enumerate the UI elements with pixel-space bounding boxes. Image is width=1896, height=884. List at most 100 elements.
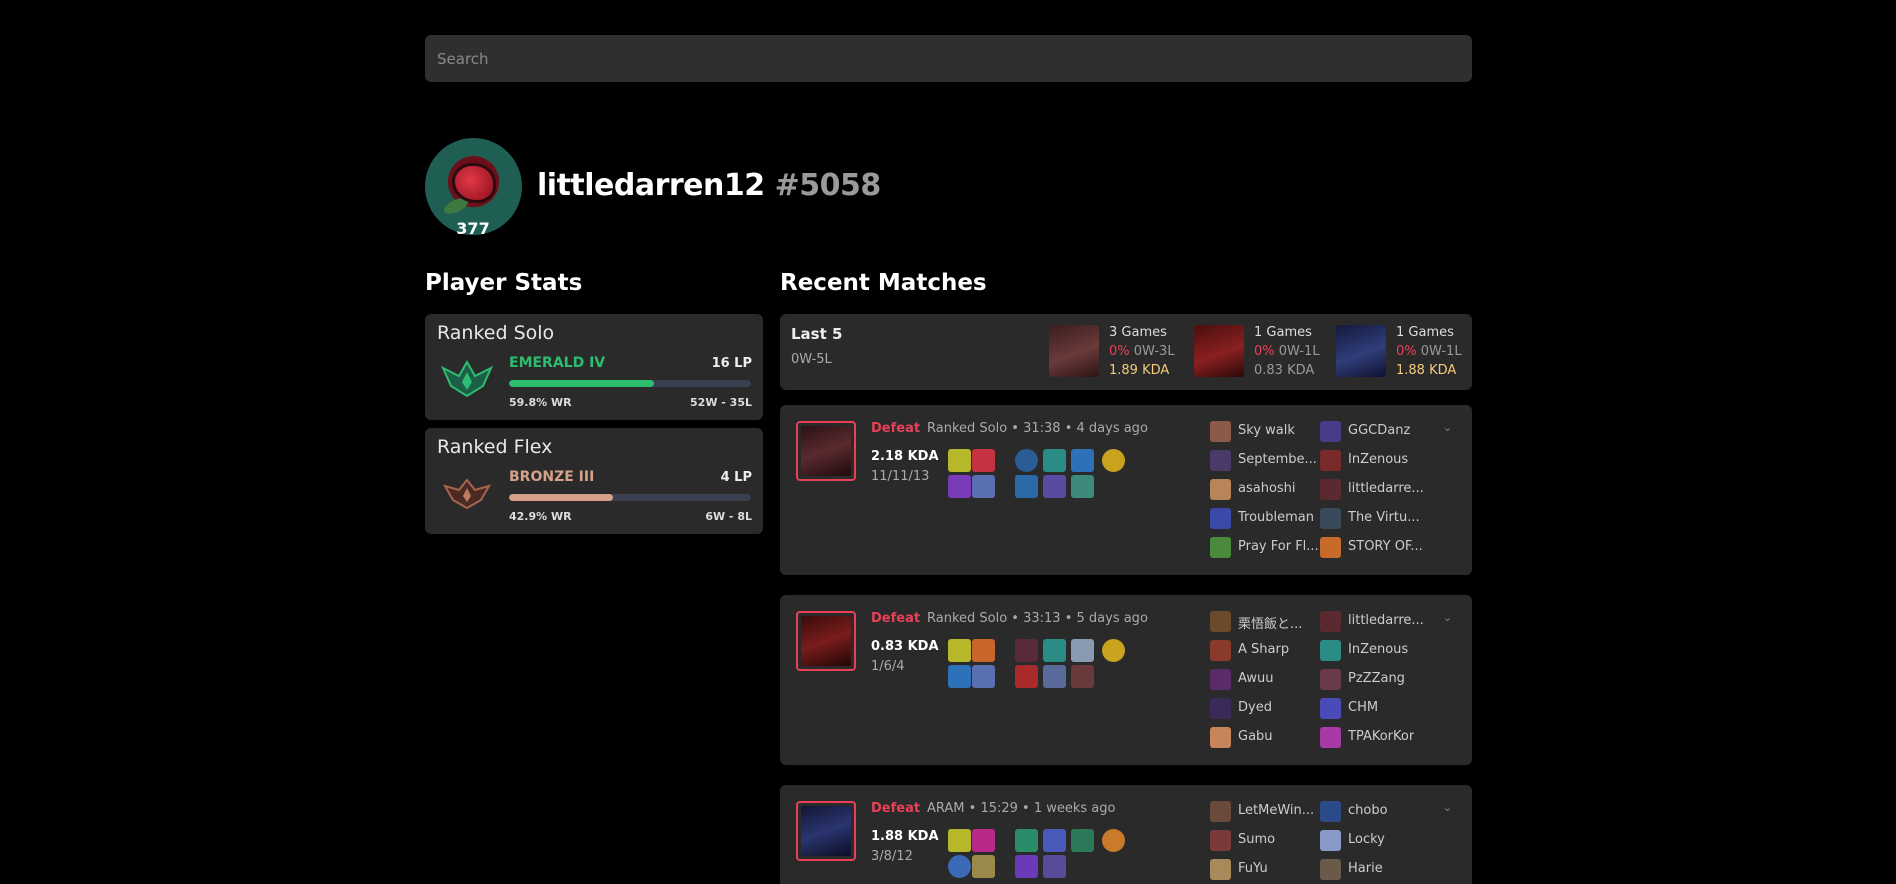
champion-icon [1320, 801, 1341, 822]
ranked-flex-progress [509, 494, 751, 501]
last5-champion-kda: 1.88 KDA [1396, 363, 1457, 378]
last5-title: Last 5 [791, 325, 843, 343]
last5-champion-winpct: 0% [1396, 344, 1417, 359]
ranked-flex-lp: 4 LP [720, 470, 752, 485]
chevron-down-icon[interactable]: ⌄ [1443, 421, 1452, 434]
player-name[interactable]: littledarre... [1348, 613, 1424, 628]
champion-icon [1320, 640, 1341, 661]
chevron-down-icon[interactable]: ⌄ [1443, 801, 1452, 814]
champion-icon [1320, 698, 1341, 719]
last5-champion-winpct: 0% [1254, 344, 1275, 359]
ranked-solo-record: 52W - 35L [690, 396, 752, 409]
champion-icon [1320, 859, 1341, 880]
last5-champion-wl: 0W-1L [1420, 344, 1462, 359]
bronze-emblem-icon [442, 478, 492, 510]
champion-icon [1210, 450, 1231, 471]
player-name[interactable]: A Sharp [1238, 642, 1289, 657]
ranked-flex-title: Ranked Flex [437, 436, 553, 458]
player-name[interactable]: TPAKorKor [1348, 729, 1414, 744]
player-name[interactable]: PzZZang [1348, 671, 1405, 686]
last5-champion-games: 3 Games [1109, 325, 1167, 340]
champion-icon [1210, 698, 1231, 719]
trinket-icon [1102, 829, 1125, 852]
item-icon [1071, 639, 1094, 662]
champion-portrait-icon [1194, 325, 1244, 377]
ranked-flex-winrate: 42.9% WR [509, 510, 572, 523]
item-icon [1015, 475, 1038, 498]
search-bar[interactable] [425, 35, 1472, 82]
player-name[interactable]: Harie [1348, 861, 1383, 876]
match-meta: Ranked Solo • 33:13 • 5 days ago [927, 611, 1148, 626]
champion-icon [1210, 669, 1231, 690]
item-icon [1043, 665, 1066, 688]
champion-icon [1210, 640, 1231, 661]
player-name[interactable]: Sumo [1238, 832, 1275, 847]
item-icon [1015, 449, 1038, 472]
player-name[interactable]: Awuu [1238, 671, 1273, 686]
match-result: Defeat [871, 611, 921, 626]
emerald-emblem-icon [440, 359, 494, 398]
search-input[interactable] [425, 35, 1472, 82]
summoner-spell-icon [948, 829, 971, 852]
summoner-spell-icon [972, 639, 995, 662]
player-name[interactable]: Pray For Fl... [1238, 539, 1319, 554]
ranked-solo-progress [509, 380, 751, 387]
rune-icon [948, 855, 971, 878]
match-kda: 2.18 KDA [871, 449, 939, 464]
player-name[interactable]: FuYu [1238, 861, 1268, 876]
match-score: 11/11/13 [871, 469, 930, 484]
player-name[interactable]: STORY OF... [1348, 539, 1423, 554]
player-name[interactable]: InZenous [1348, 452, 1408, 467]
match-card[interactable]: Defeat Ranked Solo • 31:38 • 4 days ago … [780, 405, 1472, 575]
summoner-name-text: littledarren12 [537, 168, 765, 203]
player-name[interactable]: Sky walk [1238, 423, 1295, 438]
player-name[interactable]: The Virtu... [1348, 510, 1420, 525]
ranked-flex-tier: BRONZE III [509, 469, 595, 485]
player-name[interactable]: littledarre... [1348, 481, 1424, 496]
last5-champion-wl: 0W-3L [1133, 344, 1175, 359]
champion-icon [1320, 421, 1341, 442]
match-meta: ARAM • 15:29 • 1 weeks ago [927, 801, 1116, 816]
champion-icon [1320, 537, 1341, 558]
last5-champion-winpct: 0% [1109, 344, 1130, 359]
item-icon [1015, 639, 1038, 662]
champion-icon [1210, 508, 1231, 529]
match-card[interactable]: Defeat ARAM • 15:29 • 1 weeks ago 1.88 K… [780, 785, 1472, 884]
chevron-down-icon[interactable]: ⌄ [1443, 611, 1452, 624]
champion-icon [1320, 669, 1341, 690]
player-name[interactable]: Septembe... [1238, 452, 1317, 467]
player-name[interactable]: 栗悟飯と... [1238, 613, 1302, 632]
match-result: Defeat [871, 421, 921, 436]
match-champion-portrait [796, 801, 856, 861]
last5-champion-wl: 0W-1L [1278, 344, 1320, 359]
last5-champion-kda: 1.89 KDA [1109, 363, 1170, 378]
champion-icon [1320, 450, 1341, 471]
trinket-icon [1102, 449, 1125, 472]
player-name[interactable]: LetMeWin... [1238, 803, 1314, 818]
player-name[interactable]: Troubleman [1238, 510, 1314, 525]
player-name[interactable]: asahoshi [1238, 481, 1296, 496]
item-icon [1043, 855, 1066, 878]
ranked-solo-progress-fill [509, 380, 654, 387]
match-card[interactable]: Defeat Ranked Solo • 33:13 • 5 days ago … [780, 595, 1472, 765]
player-name[interactable]: GGCDanz [1348, 423, 1410, 438]
ranked-solo-winrate: 59.8% WR [509, 396, 572, 409]
champion-icon [1210, 830, 1231, 851]
player-name[interactable]: Dyed [1238, 700, 1272, 715]
champion-face-icon [801, 806, 851, 856]
rune-icon [948, 475, 971, 498]
champion-icon [1210, 727, 1231, 748]
champion-icon [1210, 479, 1231, 500]
player-name[interactable]: chobo [1348, 803, 1388, 818]
player-name[interactable]: CHM [1348, 700, 1378, 715]
last5-record: 0W-5L [791, 352, 832, 367]
player-name[interactable]: InZenous [1348, 642, 1408, 657]
champion-portrait-icon [1049, 325, 1099, 377]
player-name[interactable]: Gabu [1238, 729, 1273, 744]
last5-champion-winloss: 0% 0W-1L [1254, 344, 1320, 359]
rune-icon [972, 855, 995, 878]
summoner-spell-icon [972, 449, 995, 472]
player-name[interactable]: Locky [1348, 832, 1385, 847]
champion-face-icon [801, 426, 851, 476]
champion-icon [1210, 537, 1231, 558]
